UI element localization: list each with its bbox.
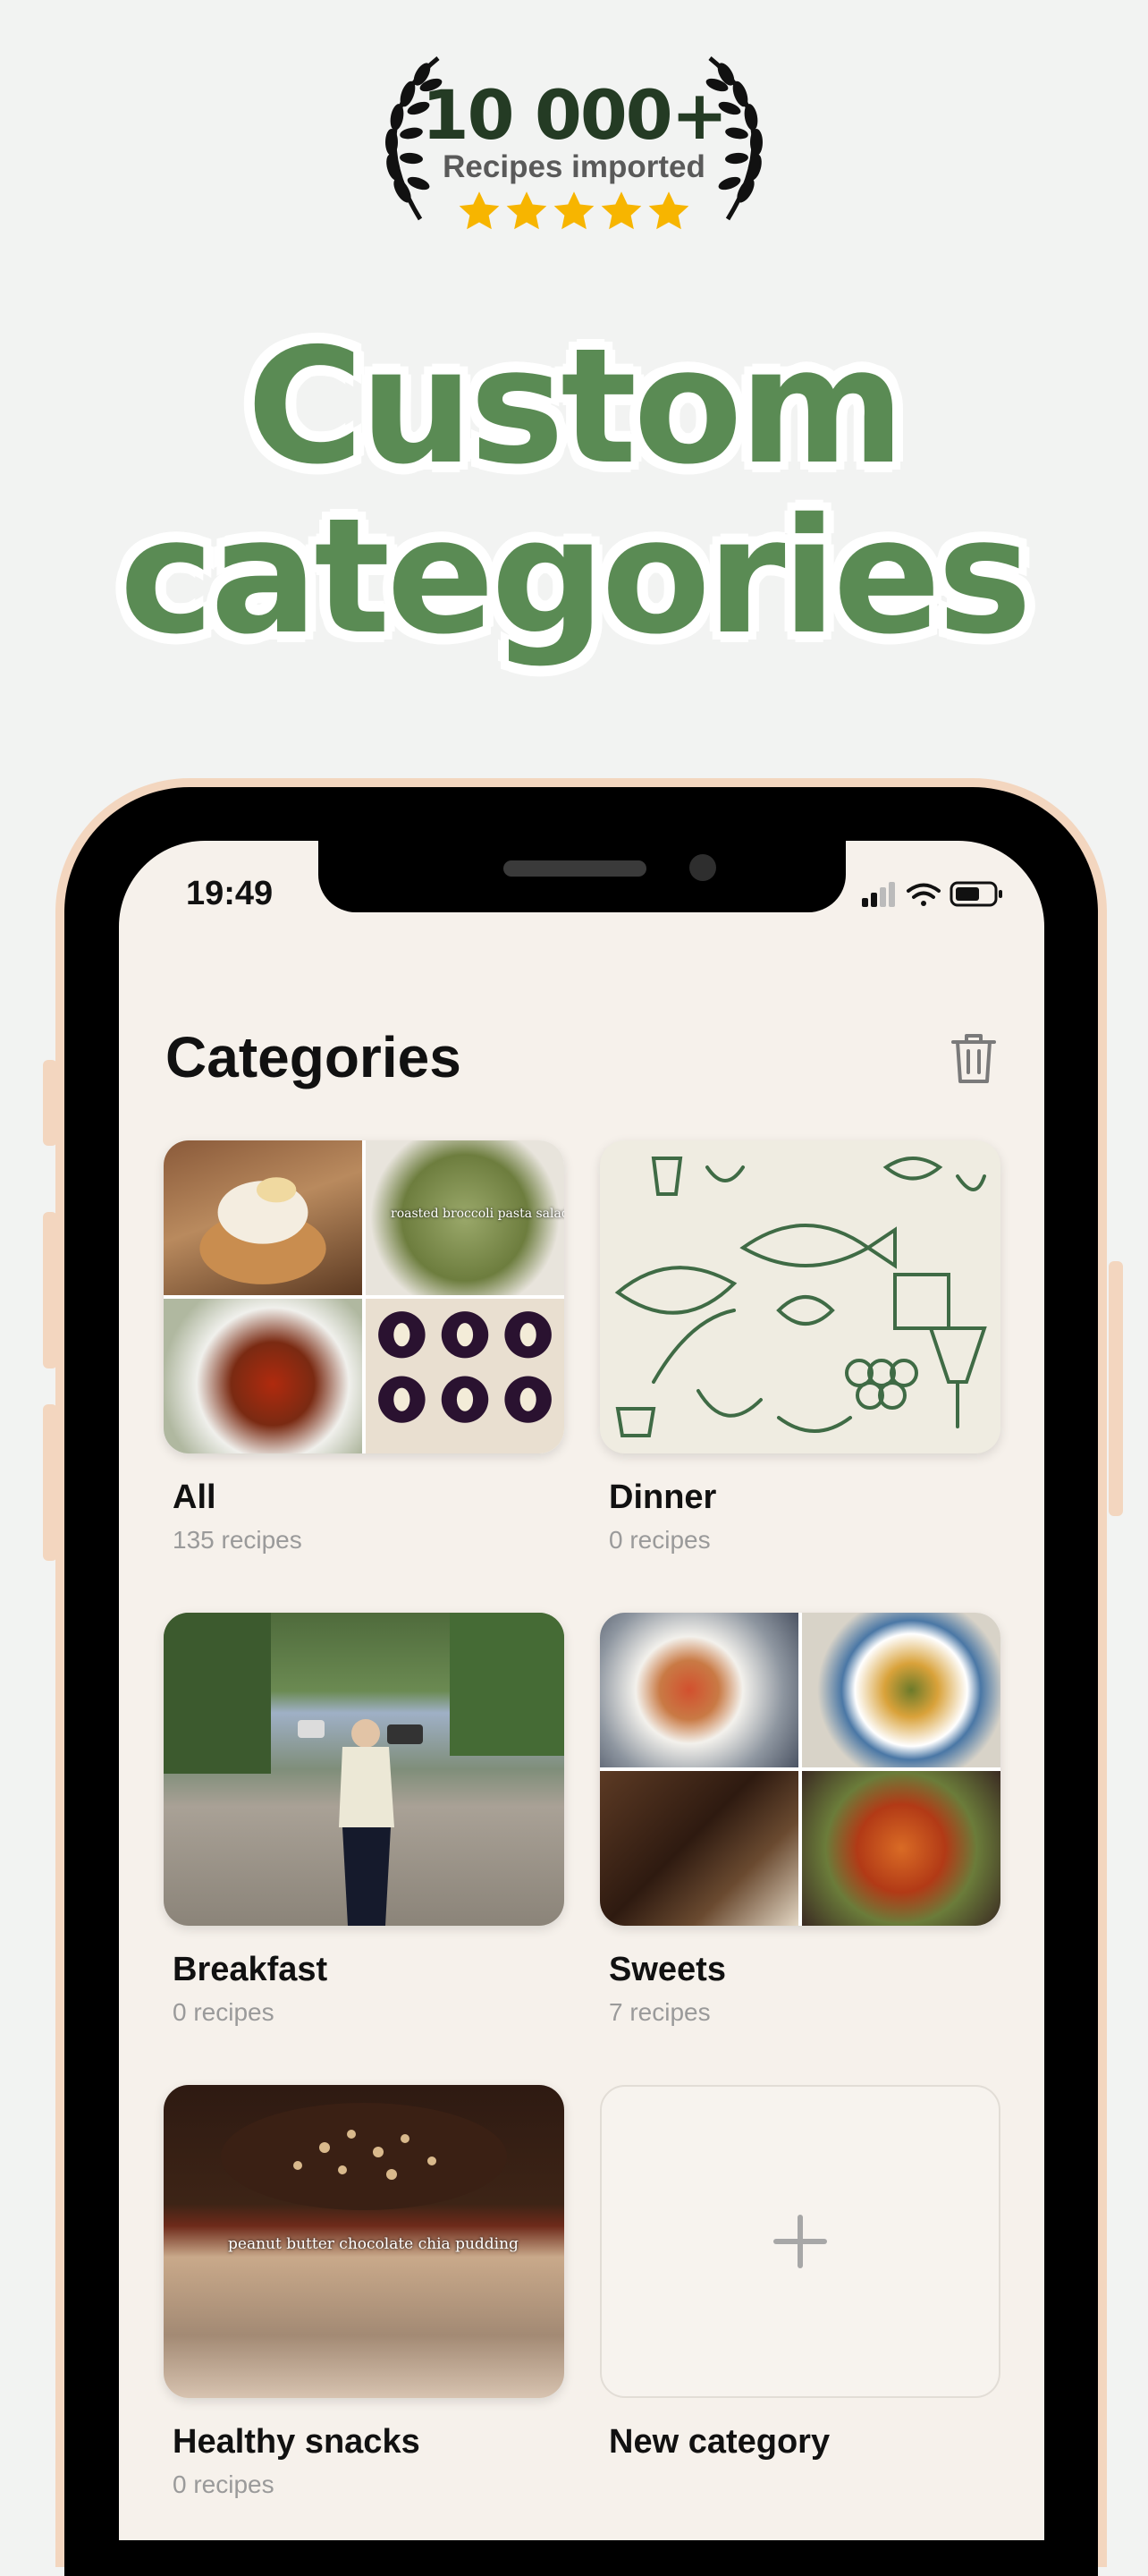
recipes-imported-badge: 10 000+ Recipes imported — [358, 49, 790, 242]
category-count: 0 recipes — [173, 1998, 274, 2026]
star-icon — [459, 191, 500, 230]
plus-icon — [773, 2215, 827, 2268]
volume-down-button — [43, 1404, 57, 1561]
category-card-dinner[interactable]: Dinner 0 recipes — [600, 1140, 1000, 1555]
trash-icon[interactable] — [950, 1031, 998, 1085]
new-category-card[interactable]: New category — [600, 2085, 1000, 2462]
wifi-icon — [907, 883, 941, 906]
food-photo — [600, 1613, 798, 1767]
front-camera — [689, 854, 716, 881]
photo-caption: peanut butter chocolate chia pudding — [228, 2235, 519, 2253]
headline-line-1: Custom — [245, 314, 907, 499]
category-card-sweets[interactable]: Sweets 7 recipes — [600, 1613, 1000, 2027]
category-name: Sweets — [609, 1951, 726, 1988]
add-category-button[interactable] — [600, 2085, 1000, 2398]
category-name: Breakfast — [173, 1951, 328, 1988]
category-name: New category — [609, 2423, 831, 2461]
headline: Custom categories — [0, 314, 1148, 669]
signal-icon — [862, 882, 895, 907]
category-thumbnail[interactable] — [600, 1140, 1000, 1453]
status-icons — [862, 881, 1002, 907]
category-name: Dinner — [609, 1479, 717, 1516]
food-photo — [802, 1771, 1000, 1926]
star-icon — [506, 191, 547, 230]
volume-up-button — [43, 1212, 57, 1368]
category-card-healthy-snacks[interactable]: peanut butter chocolate chia pudding Hea… — [164, 2085, 564, 2499]
category-thumbnail[interactable] — [164, 1613, 564, 1926]
speaker — [503, 860, 646, 877]
food-photo — [164, 1299, 362, 1453]
status-time: 19:49 — [186, 875, 274, 912]
food-photo — [802, 1613, 1000, 1767]
star-icon — [648, 191, 689, 230]
badge-count: 10 000+ — [421, 75, 729, 155]
food-photo — [600, 1771, 798, 1926]
badge-label: Recipes imported — [443, 149, 705, 184]
rating-stars — [456, 189, 692, 237]
category-name: Healthy snacks — [173, 2423, 420, 2461]
category-card-all[interactable]: roasted broccoli pasta salad All 135 rec… — [164, 1140, 564, 1555]
star-icon — [601, 191, 642, 230]
category-thumbnail[interactable]: roasted broccoli pasta salad — [164, 1140, 564, 1453]
category-count: 0 recipes — [173, 2470, 274, 2498]
food-doodle-pattern — [614, 1157, 987, 1437]
food-photo: roasted broccoli pasta salad — [366, 1140, 564, 1295]
phone-screen: 19:49 Categories roasted broccoli pasta … — [119, 841, 1044, 2540]
category-thumbnail[interactable]: peanut butter chocolate chia pudding — [164, 2085, 564, 2398]
category-count: 0 recipes — [609, 1526, 711, 1554]
page-title: Categories — [165, 1025, 461, 1089]
photo-caption: roasted broccoli pasta salad — [391, 1207, 564, 1221]
person-photo — [164, 1613, 564, 1926]
food-photo — [366, 1299, 564, 1453]
mute-switch — [43, 1060, 57, 1146]
category-count: 135 recipes — [173, 1526, 302, 1554]
food-photo — [164, 1140, 362, 1295]
category-card-breakfast[interactable]: Breakfast 0 recipes — [164, 1613, 564, 2027]
category-count: 7 recipes — [609, 1998, 711, 2026]
category-thumbnail[interactable] — [600, 1613, 1000, 1926]
category-name: All — [173, 1479, 216, 1516]
star-icon — [553, 191, 595, 230]
power-button — [1109, 1261, 1123, 1516]
battery-icon — [950, 881, 1002, 907]
headline-line-2: categories — [118, 484, 1034, 669]
notch — [318, 841, 846, 912]
